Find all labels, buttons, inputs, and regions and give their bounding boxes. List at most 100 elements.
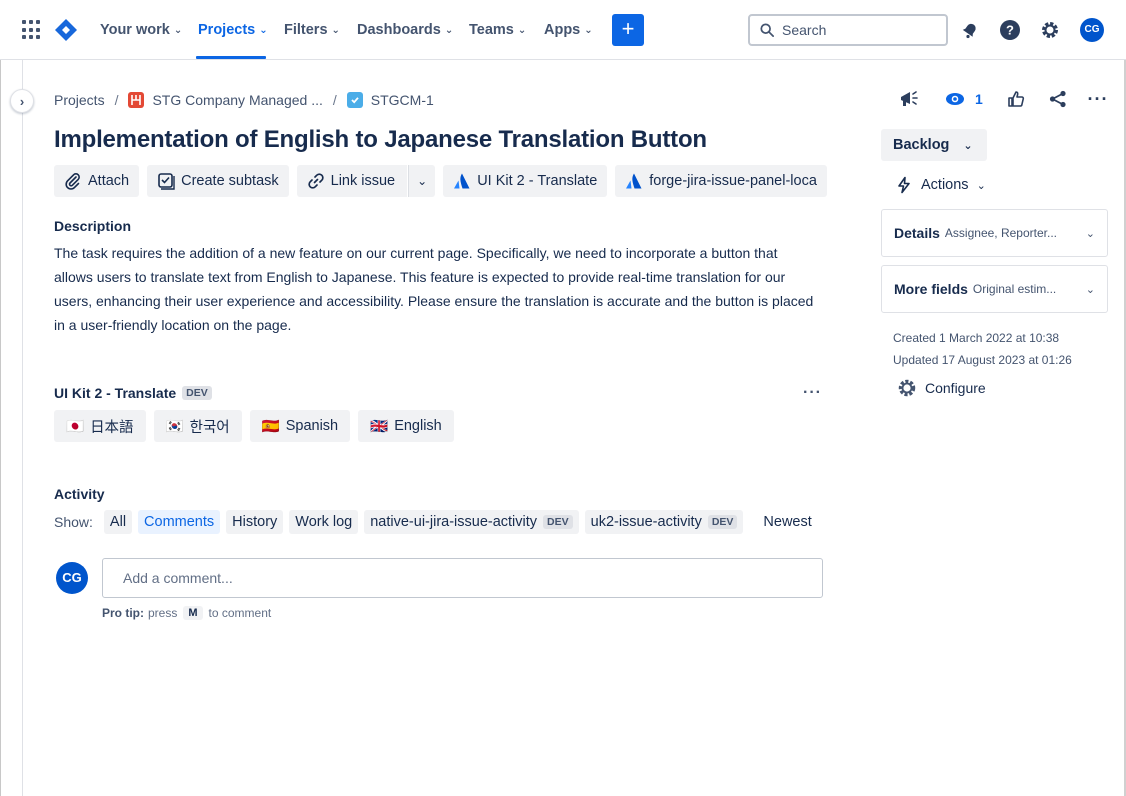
status-label: Backlog xyxy=(893,137,950,153)
language-button-english[interactable]: 🇬🇧 English xyxy=(358,410,454,442)
more-options-icon[interactable]: ··· xyxy=(803,384,822,402)
filter-work-log[interactable]: Work log xyxy=(289,510,359,534)
dev-badge: DEV xyxy=(707,515,738,529)
chevron-down-icon: ⌄ xyxy=(584,25,593,36)
notifications-icon[interactable] xyxy=(958,18,982,42)
add-comment-input[interactable]: Add a comment... xyxy=(102,558,823,598)
sidebar-divider xyxy=(22,60,23,796)
settings-gear-icon[interactable] xyxy=(1038,18,1062,42)
watch-button[interactable]: 1 xyxy=(945,88,983,110)
nav-projects[interactable]: Projects ⌄ xyxy=(198,20,268,40)
chevron-down-icon: ⌄ xyxy=(517,25,527,36)
chevron-down-icon: ⌄ xyxy=(1085,227,1095,240)
language-label: Spanish xyxy=(285,418,339,434)
nav-projects-label: Projects xyxy=(198,22,256,38)
more-fields-summary: Original estim... xyxy=(972,282,1057,296)
breadcrumb-issue-key[interactable]: STGCM-1 xyxy=(371,92,434,108)
issue-title[interactable]: Implementation of English to Japanese Tr… xyxy=(54,126,707,154)
nav-teams-label: Teams xyxy=(469,22,514,38)
description-heading: Description xyxy=(54,218,132,234)
lightning-icon xyxy=(898,176,910,194)
description-text[interactable]: The task requires the addition of a new … xyxy=(54,241,814,337)
filter-uk2-activity[interactable]: uk2-issue-activity DEV xyxy=(584,510,744,534)
app-switcher-icon[interactable] xyxy=(22,20,42,40)
create-button[interactable]: + xyxy=(612,14,644,46)
dev-badge: DEV xyxy=(182,386,212,400)
show-label: Show: xyxy=(54,514,93,530)
language-button-spanish[interactable]: 🇪🇸 Spanish xyxy=(249,410,351,442)
chevron-down-icon: ⌄ xyxy=(417,174,428,188)
uikit-panel-title-text: UI Kit 2 - Translate xyxy=(54,385,177,401)
language-button-japanese[interactable]: 🇯🇵 日本語 xyxy=(54,410,146,442)
chevron-down-icon: ⌄ xyxy=(259,25,268,36)
updated-date: Updated 17 August 2023 at 01:26 xyxy=(893,353,1072,367)
nav-your-work[interactable]: Your work ⌄ xyxy=(100,20,182,40)
help-icon[interactable]: ? xyxy=(998,18,1022,42)
share-icon[interactable] xyxy=(1047,88,1069,110)
link-icon xyxy=(307,173,324,189)
sort-order-button[interactable]: Newest xyxy=(757,510,817,534)
issue-toolbar: Attach Create subtask Link issue ⌄ UI Ki… xyxy=(54,165,848,197)
search-input[interactable] xyxy=(782,22,932,38)
link-issue-label: Link issue xyxy=(330,173,396,189)
more-fields-panel[interactable]: More fields Original estim... ⌄ xyxy=(881,265,1108,313)
details-summary: Assignee, Reporter... xyxy=(944,226,1057,240)
vote-thumbs-up-icon[interactable] xyxy=(1005,88,1027,110)
details-panel[interactable]: Details Assignee, Reporter... ⌄ xyxy=(881,209,1108,257)
user-avatar[interactable]: CG xyxy=(1080,18,1104,42)
filter-comments[interactable]: Comments xyxy=(138,510,221,534)
language-label: English xyxy=(394,418,442,434)
search-icon xyxy=(760,23,774,37)
breadcrumb-project[interactable]: STG Company Managed ... xyxy=(152,92,322,108)
link-issue-button[interactable]: Link issue xyxy=(296,165,408,197)
details-label: Details xyxy=(894,225,940,241)
japan-flag-icon: 🇯🇵 xyxy=(66,418,85,435)
breadcrumb-separator: / xyxy=(332,92,337,108)
pro-tip-press: press xyxy=(148,606,178,620)
link-issue-dropdown[interactable]: ⌄ xyxy=(408,165,436,197)
uikit-translate-button[interactable]: UI Kit 2 - Translate xyxy=(443,165,608,197)
create-subtask-button[interactable]: Create subtask xyxy=(147,165,289,197)
actions-label: Actions xyxy=(921,177,969,193)
chevron-down-icon: ⌄ xyxy=(331,25,340,36)
attach-label: Attach xyxy=(88,173,130,189)
uikit-translate-label: UI Kit 2 - Translate xyxy=(477,173,598,189)
nav-filters-label: Filters xyxy=(284,22,328,38)
more-actions-icon[interactable]: ··· xyxy=(1087,88,1109,110)
nav-filters[interactable]: Filters ⌄ xyxy=(284,20,340,40)
breadcrumb-separator: / xyxy=(114,92,119,108)
filter-all[interactable]: All xyxy=(103,510,133,534)
filter-history[interactable]: History xyxy=(226,510,284,534)
chevron-down-icon: ⌄ xyxy=(173,25,183,36)
filter-native-activity[interactable]: native-ui-jira-issue-activity DEV xyxy=(364,510,579,534)
nav-dashboards[interactable]: Dashboards ⌄ xyxy=(357,20,453,40)
configure-label: Configure xyxy=(925,380,986,396)
nav-apps[interactable]: Apps ⌄ xyxy=(544,20,593,40)
filter-uk2-label: uk2-issue-activity xyxy=(590,514,702,530)
actions-dropdown[interactable]: Actions ⌄ xyxy=(895,174,986,196)
breadcrumb-projects[interactable]: Projects xyxy=(54,92,105,108)
atlassian-app-icon xyxy=(454,173,470,189)
pro-tip: Pro tip: press M to comment xyxy=(102,606,271,620)
chevron-right-icon: › xyxy=(19,93,25,109)
settings-gear-icon xyxy=(898,379,916,397)
project-avatar-icon xyxy=(128,92,145,108)
language-button-korean[interactable]: 🇰🇷 한국어 xyxy=(153,410,242,442)
chevron-down-icon: ⌄ xyxy=(963,139,973,152)
pro-tip-suffix: to comment xyxy=(208,606,272,620)
attach-button[interactable]: Attach xyxy=(54,165,140,197)
feedback-megaphone-icon[interactable] xyxy=(897,88,921,110)
window-frame-left xyxy=(0,0,1,796)
forge-panel-button[interactable]: forge-jira-issue-panel-loca xyxy=(615,165,827,197)
search-box[interactable] xyxy=(748,14,948,46)
language-label: 日本語 xyxy=(90,419,134,436)
task-type-icon xyxy=(346,92,363,108)
nav-your-work-label: Your work xyxy=(100,22,170,38)
expand-sidebar-button[interactable]: › xyxy=(10,89,34,113)
language-buttons: 🇯🇵 日本語 🇰🇷 한국어 🇪🇸 Spanish 🇬🇧 English xyxy=(54,410,454,442)
nav-teams[interactable]: Teams ⌄ xyxy=(469,20,526,40)
jira-logo-icon[interactable] xyxy=(54,18,78,42)
configure-button[interactable]: Configure xyxy=(897,378,986,398)
subtask-icon xyxy=(158,173,175,190)
status-dropdown[interactable]: Backlog ⌄ xyxy=(881,129,987,161)
